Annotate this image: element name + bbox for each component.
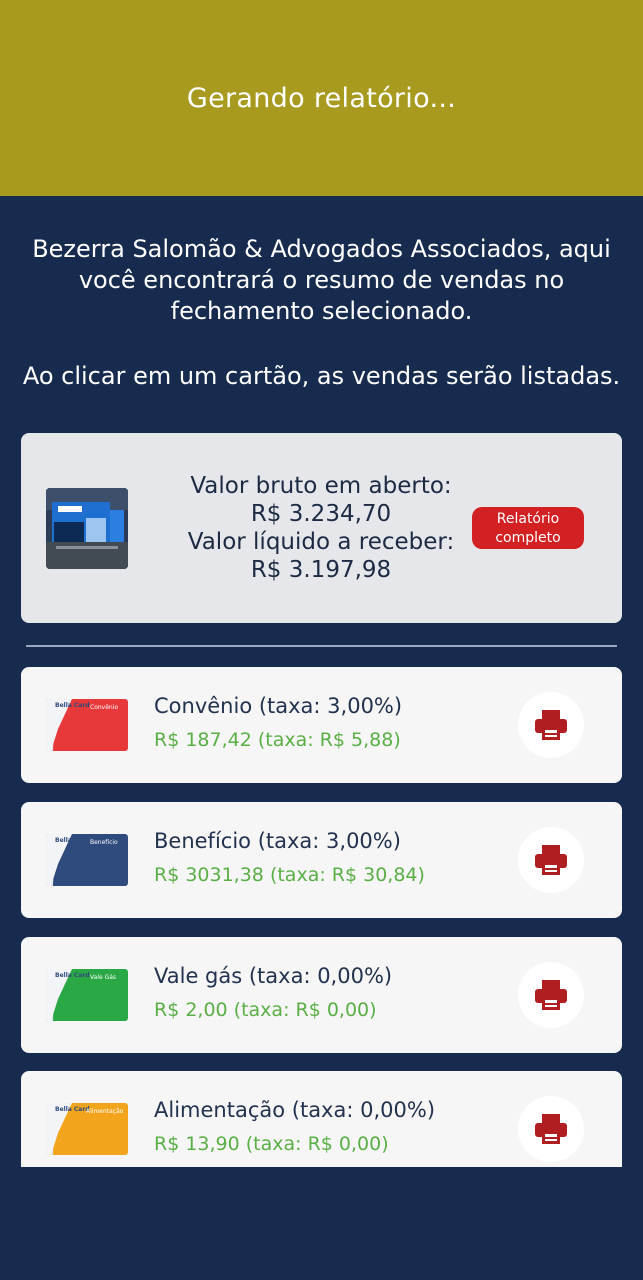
- page-title: Gerando relatório...: [186, 82, 457, 114]
- full-report-button[interactable]: Relatório completo: [472, 507, 584, 549]
- card-title: Alimentação (taxa: 0,00%): [154, 1098, 436, 1122]
- top-bar: Gerando relatório...: [0, 0, 643, 196]
- svg-text:Vale Gás: Vale Gás: [90, 974, 116, 981]
- card-image: Bella Card Convênio: [46, 699, 128, 751]
- printer-icon: [535, 980, 567, 1010]
- net-value: R$ 3.197,98: [250, 557, 392, 583]
- intro-message: Bezerra Salomão & Advogados Associados, …: [32, 235, 611, 325]
- print-button[interactable]: [518, 1096, 584, 1162]
- gross-value: R$ 3.234,70: [250, 501, 392, 527]
- card-alimentacao[interactable]: Bella Card Alimentação Alimentação (taxa…: [21, 1071, 622, 1167]
- card-image: Bella Card Alimentação: [46, 1103, 128, 1155]
- svg-text:Bella Card: Bella Card: [55, 837, 90, 844]
- card-beneficio[interactable]: Bella Card Benefício Benefício (taxa: 3,…: [21, 802, 622, 918]
- card-value: R$ 2,00 (taxa: R$ 0,00): [154, 999, 377, 1021]
- divider: [26, 645, 617, 647]
- card-image: Bella Card Benefício: [46, 834, 128, 886]
- svg-text:Bella Card: Bella Card: [55, 702, 90, 709]
- summary-values: Valor bruto em aberto: R$ 3.234,70 Valor…: [151, 472, 491, 584]
- svg-text:Alimentação: Alimentação: [86, 1108, 124, 1115]
- print-button[interactable]: [518, 692, 584, 758]
- printer-icon: [535, 845, 567, 875]
- net-label: Valor líquido a receber:: [187, 529, 455, 555]
- print-button[interactable]: [518, 962, 584, 1028]
- card-title: Convênio (taxa: 3,00%): [154, 694, 403, 718]
- svg-text:Bella Card: Bella Card: [55, 972, 90, 979]
- svg-text:Convênio: Convênio: [90, 704, 118, 711]
- card-image: Bella Card Vale Gás: [46, 969, 128, 1021]
- store-photo: [46, 488, 128, 569]
- card-title: Vale gás (taxa: 0,00%): [154, 964, 393, 988]
- card-vale-gas[interactable]: Bella Card Vale Gás Vale gás (taxa: 0,00…: [21, 937, 622, 1053]
- gross-label: Valor bruto em aberto:: [190, 473, 452, 499]
- intro-hint: Ao clicar em um cartão, as vendas serão …: [22, 362, 621, 390]
- card-value: R$ 187,42 (taxa: R$ 5,88): [154, 729, 401, 751]
- summary-card: Valor bruto em aberto: R$ 3.234,70 Valor…: [21, 433, 622, 623]
- svg-text:Benefício: Benefício: [90, 839, 118, 846]
- card-title: Benefício (taxa: 3,00%): [154, 829, 401, 853]
- card-list: Bella Card Convênio Convênio (taxa: 3,00…: [0, 667, 643, 1167]
- print-button[interactable]: [518, 827, 584, 893]
- svg-text:Bella Card: Bella Card: [55, 1106, 90, 1113]
- card-convenio[interactable]: Bella Card Convênio Convênio (taxa: 3,00…: [21, 667, 622, 783]
- printer-icon: [535, 710, 567, 740]
- card-value: R$ 13,90 (taxa: R$ 0,00): [154, 1133, 389, 1155]
- printer-icon: [535, 1114, 567, 1144]
- card-value: R$ 3031,38 (taxa: R$ 30,84): [154, 864, 425, 886]
